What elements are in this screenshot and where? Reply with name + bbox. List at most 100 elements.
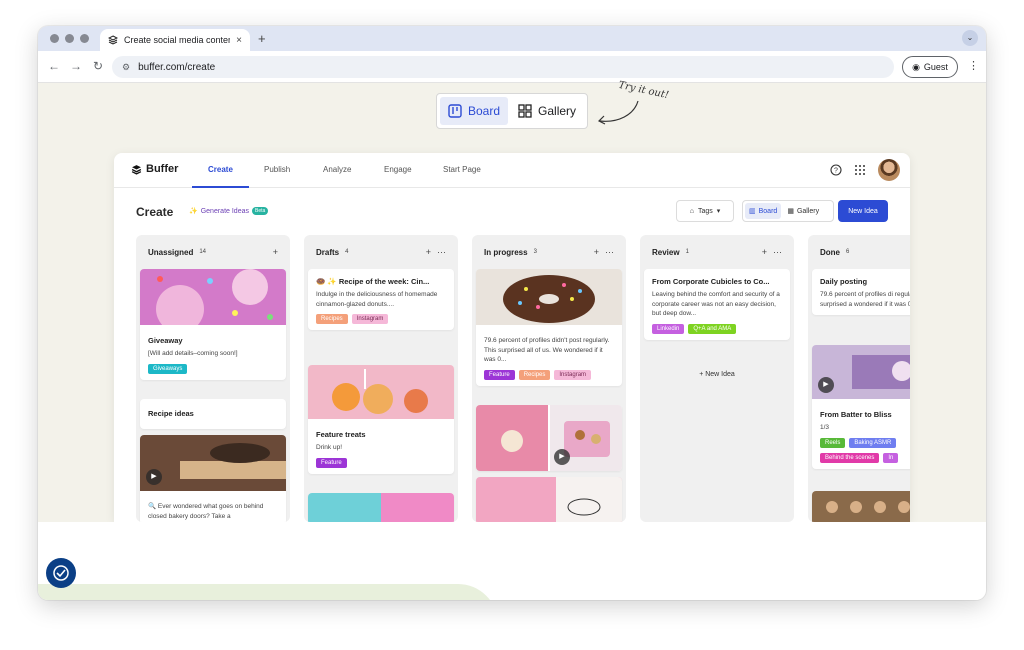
nav-create[interactable]: Create xyxy=(208,165,233,174)
kanban-board: Unassigned 14 + Giveaway [Will add detai… xyxy=(136,235,910,522)
board-button[interactable]: ▥ Board xyxy=(745,203,782,219)
more-icon[interactable]: ··· xyxy=(605,247,614,257)
idea-card[interactable]: 79.6 percent of profiles didn't post reg… xyxy=(476,269,622,386)
user-avatar[interactable] xyxy=(878,159,900,181)
tag-icon: ⌂ xyxy=(689,207,694,215)
new-idea-button[interactable]: New Idea xyxy=(838,200,888,222)
view-toggle: Board Gallery xyxy=(436,93,588,129)
browser-tab[interactable]: Create social media content f × xyxy=(100,29,250,51)
buffer-logo[interactable]: Buffer xyxy=(131,163,178,175)
card-tag: Recipes xyxy=(518,369,551,380)
card-tag: Reels xyxy=(820,437,846,448)
board-small-icon: ▥ xyxy=(749,208,756,215)
add-icon[interactable]: + xyxy=(762,247,767,257)
generate-ideas-button[interactable]: ✨ Generate Ideas Beta xyxy=(189,207,269,215)
accessibility-badge-icon[interactable] xyxy=(46,558,76,588)
decorative-shape xyxy=(38,584,498,600)
nav-publish[interactable]: Publish xyxy=(264,165,290,174)
close-dot[interactable] xyxy=(50,34,59,43)
browser-window: Create social media content f × + ⌄ ← → … xyxy=(38,26,986,600)
idea-card[interactable]: Recipe ideas xyxy=(140,399,286,429)
card-tag: Feature xyxy=(484,369,515,380)
tab-close-icon[interactable]: × xyxy=(236,35,242,46)
column-count: 6 xyxy=(846,249,850,255)
column-count: 4 xyxy=(345,249,349,255)
buffer-logo-icon xyxy=(131,164,142,175)
idea-card[interactable]: Daily posting 79.6 percent of profiles d… xyxy=(812,269,910,315)
idea-card[interactable]: Feature treats Drink up! Feature xyxy=(308,365,454,474)
guest-profile-button[interactable]: ◉ Guest xyxy=(902,56,958,78)
card-title: From Batter to Bliss xyxy=(820,410,892,419)
forward-icon[interactable]: → xyxy=(70,59,82,73)
apps-grid-icon[interactable] xyxy=(854,164,866,176)
idea-card[interactable]: ▶ 🔍 Ever wondered what goes on behind cl… xyxy=(140,435,286,522)
idea-card[interactable] xyxy=(476,477,622,522)
column-title: Done xyxy=(820,247,840,257)
card-image xyxy=(308,365,454,419)
column-header: In progress 3 + ··· xyxy=(472,235,626,269)
card-title: Giveaway xyxy=(148,336,183,345)
idea-card[interactable]: Giveaway [Will add details–coming soon!]… xyxy=(140,269,286,380)
gallery-button[interactable]: ▦ Gallery xyxy=(783,203,823,219)
tags-filter[interactable]: ⌂ Tags ▾ xyxy=(676,200,734,222)
nav-analyze[interactable]: Analyze xyxy=(323,165,351,174)
card-title: Feature treats xyxy=(316,430,366,439)
column-header: Review 1 + ··· xyxy=(640,235,794,269)
column-count: 1 xyxy=(685,249,689,255)
add-icon[interactable]: + xyxy=(273,247,278,257)
url-field[interactable]: ⚙ buffer.com/create xyxy=(112,56,894,78)
page-title: Create xyxy=(136,205,174,219)
tab-search-icon[interactable]: ⌄ xyxy=(962,30,978,46)
card-image xyxy=(476,477,622,522)
back-icon[interactable]: ← xyxy=(48,59,60,73)
tab-bar: Create social media content f × + ⌄ xyxy=(38,26,986,51)
card-text: 1/3 xyxy=(820,424,830,431)
column-drafts: Drafts 4 + ··· 🍩 ✨ Recipe of the week: C… xyxy=(304,235,458,522)
more-icon[interactable]: ··· xyxy=(773,247,782,257)
card-image xyxy=(812,491,910,522)
board-view-button[interactable]: Board xyxy=(440,97,509,125)
card-text: 🔍 Ever wondered what goes on behind clos… xyxy=(148,503,264,520)
card-tag: Giveaways xyxy=(148,363,188,374)
window-controls[interactable] xyxy=(50,34,89,43)
card-title: Daily posting xyxy=(820,277,868,286)
idea-card[interactable]: ▶ From Batter to Bliss 1/3 Reels Baking … xyxy=(812,345,910,469)
column-title: Unassigned xyxy=(148,247,194,257)
reload-icon[interactable]: ↻ xyxy=(93,59,103,73)
buffer-favicon-icon xyxy=(108,35,118,45)
nav-start-page[interactable]: Start Page xyxy=(443,165,481,174)
maximize-dot[interactable] xyxy=(80,34,89,43)
site-info-icon[interactable]: ⚙ xyxy=(122,62,130,73)
idea-card[interactable]: ▶ xyxy=(476,405,622,471)
minimize-dot[interactable] xyxy=(65,34,74,43)
card-image xyxy=(476,269,622,325)
idea-card[interactable] xyxy=(308,493,454,522)
top-right-icons: ? xyxy=(830,159,900,181)
card-tag: Feature xyxy=(316,457,347,468)
more-icon[interactable]: ··· xyxy=(437,247,446,257)
add-new-idea-button[interactable]: + New Idea xyxy=(640,371,794,378)
hand-drawn-arrow-icon xyxy=(597,100,639,125)
idea-card[interactable]: From Corporate Cubicles to Co... Leaving… xyxy=(644,269,790,340)
add-icon[interactable]: + xyxy=(426,247,431,257)
idea-card[interactable] xyxy=(812,491,910,522)
column-header: Drafts 4 + ··· xyxy=(304,235,458,269)
sparkle-icon: ✨ xyxy=(189,208,198,215)
add-icon[interactable]: + xyxy=(594,247,599,257)
guest-label: Guest xyxy=(923,62,948,72)
card-image xyxy=(476,405,622,471)
card-tag: Behind the scenes xyxy=(820,452,880,463)
address-bar: ← → ↻ ⚙ buffer.com/create ◉ Guest ⋮ xyxy=(38,51,986,83)
brand-name: Buffer xyxy=(146,163,179,175)
column-count: 14 xyxy=(199,249,207,255)
card-text: 79.6 percent of profiles di regularly. T… xyxy=(820,291,910,308)
url-text: buffer.com/create xyxy=(138,61,216,73)
help-icon[interactable]: ? xyxy=(830,164,842,176)
card-text: Leaving behind the comfort and security … xyxy=(652,291,780,317)
new-tab-button[interactable]: + xyxy=(258,31,266,46)
page-footer-area xyxy=(38,522,986,600)
browser-menu-icon[interactable]: ⋮ xyxy=(968,59,979,72)
nav-engage[interactable]: Engage xyxy=(384,165,412,174)
gallery-view-button[interactable]: Gallery xyxy=(510,97,584,125)
idea-card[interactable]: 🍩 ✨ Recipe of the week: Cin... Indulge i… xyxy=(308,269,454,330)
